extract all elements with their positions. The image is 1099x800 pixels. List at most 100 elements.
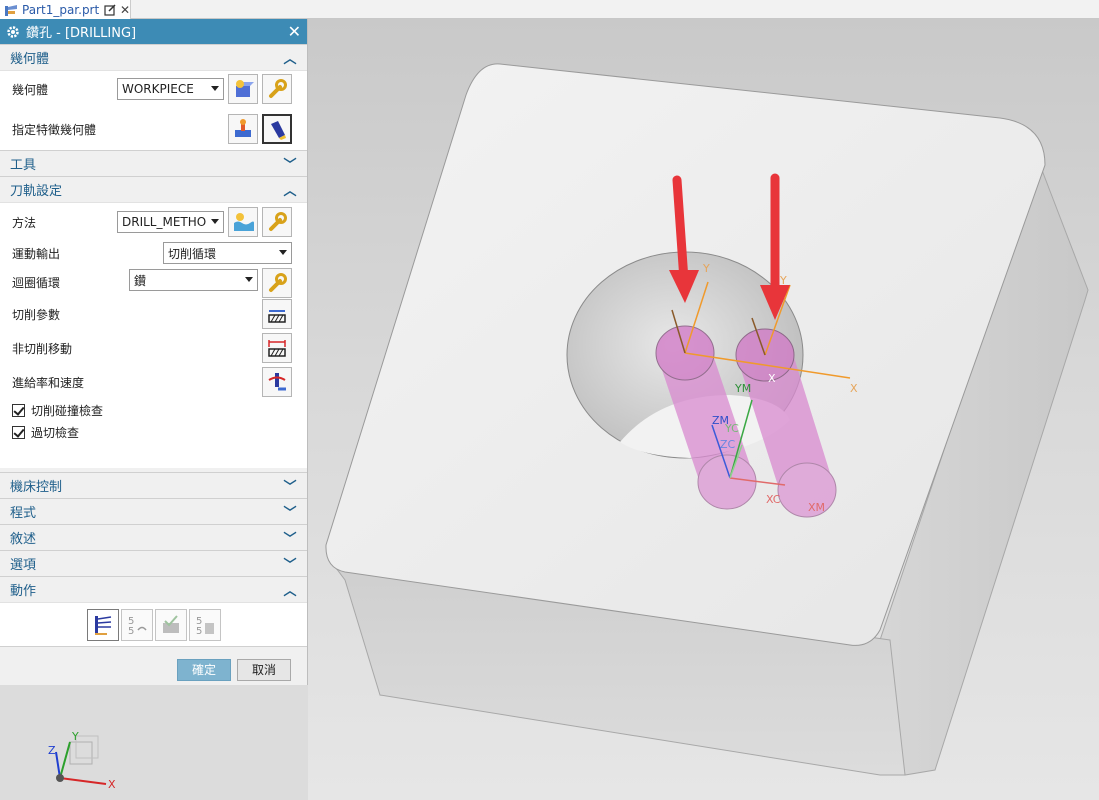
ok-button[interactable]: 確定 (177, 658, 231, 681)
motion-output-select[interactable]: 切削循環 (163, 242, 292, 264)
dialog-footer: 確定 取消 (0, 646, 307, 692)
section-geometry-header[interactable]: 幾何體 ︿ (0, 44, 307, 70)
actions-toolbar: 55 55 (0, 602, 307, 646)
generate-button[interactable] (86, 608, 119, 641)
replay-icon: 55 (128, 616, 147, 637)
section-machine-header[interactable]: 機床控制 ﹀ (0, 472, 307, 498)
non-cut-label: 非切削移動 (12, 341, 73, 356)
geometry-select-value: WORKPIECE (122, 82, 194, 96)
chevron-up-icon[interactable]: ︿ (283, 180, 297, 199)
wrench-icon (269, 273, 287, 292)
gouge-check-row[interactable]: 過切檢查 (0, 421, 307, 443)
tab-close-icon[interactable]: ✕ (120, 3, 130, 17)
verify-icon (162, 614, 179, 633)
feed-speed-label: 進給率和速度 (12, 375, 85, 390)
motion-output-value: 切削循環 (168, 246, 217, 261)
chevron-down-icon[interactable]: ﹀ (283, 502, 297, 521)
tab-label: Part1_par.prt (22, 2, 100, 17)
chevron-up-icon[interactable]: ︿ (283, 580, 297, 599)
replay-button[interactable]: 55 (120, 608, 153, 641)
chevron-down-icon[interactable]: ﹀ (283, 476, 297, 495)
motion-output-label: 運動輸出 (12, 246, 61, 261)
specify-feature-button[interactable] (228, 114, 258, 144)
flashlight-icon (271, 121, 286, 140)
edit-cycle-button[interactable] (262, 268, 292, 298)
collision-checkbox[interactable] (12, 403, 25, 417)
collision-check-row[interactable]: 切削碰撞檢查 (0, 399, 307, 421)
chevron-up-icon[interactable]: ︿ (283, 48, 297, 67)
feature-geometry-icon (235, 119, 251, 137)
geometry-select[interactable]: WORKPIECE (117, 78, 224, 100)
cycle-row: 迴圈循環 鑽 (0, 267, 307, 298)
non-cut-row: 非切削移動 (0, 331, 307, 365)
new-method-button[interactable] (228, 207, 258, 237)
cancel-button[interactable]: 取消 (237, 658, 291, 681)
method-select[interactable]: DRILL_METHO (117, 211, 224, 233)
cycle-select[interactable]: 鑽 (129, 269, 258, 291)
axis-label-ym: YM (734, 382, 751, 395)
cycle-label: 迴圈循環 (12, 275, 61, 290)
chevron-down-icon[interactable]: ﹀ (283, 154, 297, 173)
section-program-title: 程式 (10, 506, 37, 521)
close-icon[interactable]: ✕ (288, 22, 301, 41)
section-machine-title: 機床控制 (10, 480, 63, 495)
new-method-icon (234, 213, 254, 231)
view-triad: Y X Z (44, 730, 124, 796)
show-feature-button[interactable] (262, 114, 292, 144)
axis-label-xc: XC (766, 493, 781, 506)
axis-label-zm: ZM (712, 414, 729, 427)
chevron-down-icon[interactable]: ﹀ (283, 554, 297, 573)
svg-text:5: 5 (196, 626, 202, 637)
axis-label-zc: ZC (720, 438, 736, 451)
feed-speed-button[interactable] (262, 367, 292, 397)
section-path-title: 刀軌設定 (10, 184, 63, 199)
part-file-icon (4, 3, 18, 17)
section-actions-header[interactable]: 動作 ︿ (0, 576, 307, 602)
section-description-title: 敘述 (10, 532, 37, 547)
model-scene: X X Y Y YM YC ZM ZC XC XM (325, 63, 1089, 776)
triad-label-x: X (108, 778, 116, 791)
cut-params-button[interactable] (262, 299, 292, 329)
feature-geometry-label: 指定特徵幾何體 (12, 122, 97, 137)
list-button[interactable]: 55 (188, 608, 221, 641)
gouge-checkbox[interactable] (12, 425, 25, 439)
method-label: 方法 (12, 215, 37, 230)
section-program-header[interactable]: 程式 ﹀ (0, 498, 307, 524)
axis-label-xm: XM (808, 501, 825, 514)
feature-geometry-row: 指定特徵幾何體 (0, 113, 307, 145)
cut-params-row: 切削參數 (0, 297, 307, 331)
gear-icon[interactable] (6, 25, 20, 39)
wrench-icon (269, 212, 287, 231)
section-tool-title: 工具 (10, 158, 37, 173)
dialog-title-bar[interactable]: 鑽孔 - [DRILLING] ✕ (0, 19, 307, 44)
edit-method-button[interactable] (262, 207, 292, 237)
section-description-header[interactable]: 敘述 ﹀ (0, 524, 307, 550)
edit-geometry-button[interactable] (262, 74, 292, 104)
motion-output-row: 運動輸出 切削循環 (0, 239, 307, 267)
section-path-header[interactable]: 刀軌設定 ︿ (0, 176, 307, 202)
non-cut-moves-icon (268, 340, 286, 357)
geometry-label: 幾何體 (12, 82, 49, 97)
chevron-down-icon[interactable]: ﹀ (283, 528, 297, 547)
section-options-header[interactable]: 選項 ﹀ (0, 550, 307, 576)
section-actions-title: 動作 (10, 584, 37, 599)
verify-button[interactable] (154, 608, 187, 641)
non-cut-button[interactable] (262, 333, 292, 363)
axis-label-x1: X (850, 382, 858, 395)
axis-label-y1: Y (702, 262, 710, 275)
section-path-body: 方法 DRILL_METHO 運動輸出 切削循環 迴圈循環 鑽 切削參數 非切削… (0, 202, 307, 468)
tab-part-file[interactable]: Part1_par.prt ✕ (0, 0, 131, 19)
generate-path-icon (94, 615, 111, 635)
tab-edit-icon[interactable] (103, 3, 116, 17)
dialog-title: 鑽孔 - [DRILLING] (26, 26, 137, 41)
cycle-select-value: 鑽 (134, 273, 147, 288)
section-geometry-body: 幾何體 WORKPIECE 指定特徵幾何體 (0, 70, 307, 150)
section-options-title: 選項 (10, 558, 37, 573)
triad-label-y: Y (72, 730, 79, 743)
svg-text:5: 5 (128, 626, 134, 637)
new-geometry-button[interactable] (228, 74, 258, 104)
feed-speed-icon (268, 373, 286, 391)
section-tool-header[interactable]: 工具 ﹀ (0, 150, 307, 176)
axis-label-x2: X (768, 372, 776, 385)
graphics-viewport[interactable]: X X Y Y YM YC ZM ZC XC XM (308, 19, 1099, 800)
